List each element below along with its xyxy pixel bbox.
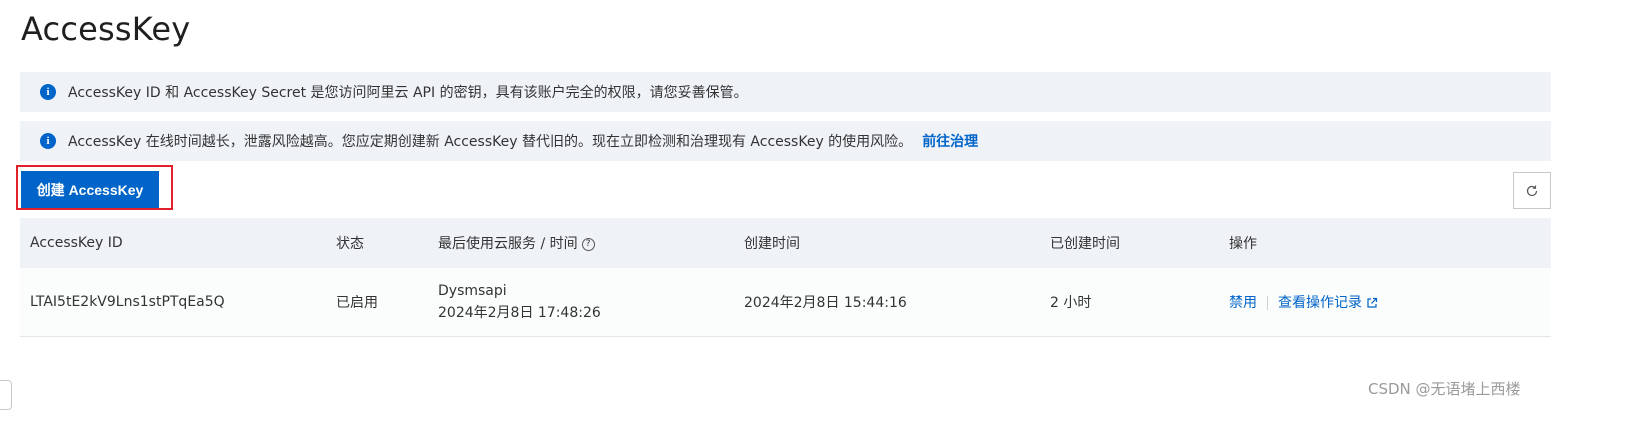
page-title: AccessKey [21, 10, 191, 48]
alert-text: AccessKey 在线时间越长，泄露风险越高。您应定期创建新 AccessKe… [68, 134, 913, 150]
status-text: 已启用 [336, 295, 378, 311]
accesskey-table: AccessKey ID 状态 最后使用云服务 / 时间? 创建时间 已创建时间… [20, 218, 1551, 337]
govern-link[interactable]: 前往治理 [922, 131, 978, 151]
side-collapse-handle[interactable] [0, 380, 12, 410]
column-header-last-used: 最后使用云服务 / 时间? [438, 233, 595, 253]
info-icon: i [40, 84, 56, 100]
view-logs-link[interactable]: 查看操作记录 [1278, 295, 1362, 311]
column-header-label: 最后使用云服务 / 时间 [438, 236, 578, 252]
table-header: AccessKey ID 状态 最后使用云服务 / 时间? 创建时间 已创建时间… [20, 218, 1551, 268]
accesskey-id: LTAI5tE2kV9Lns1stPTqEa5Q [30, 294, 225, 310]
created-time: 2024年2月8日 15:44:16 [744, 295, 907, 311]
column-header-created: 创建时间 [744, 236, 800, 252]
column-header-id: AccessKey ID [30, 235, 123, 251]
column-header-actions: 操作 [1229, 236, 1257, 252]
refresh-icon [1526, 185, 1538, 196]
info-icon: i [40, 133, 56, 149]
external-link-icon[interactable] [1366, 297, 1378, 309]
column-header-age: 已创建时间 [1050, 236, 1120, 252]
action-divider [1267, 296, 1268, 310]
help-icon[interactable]: ? [581, 237, 595, 251]
last-used-cell: Dysmsapi 2024年2月8日 17:48:26 [438, 283, 601, 321]
alert-text: AccessKey ID 和 AccessKey Secret 是您访问阿里云 … [68, 85, 748, 101]
disable-link[interactable]: 禁用 [1229, 295, 1257, 311]
table-row: LTAI5tE2kV9Lns1stPTqEa5Q 已启用 Dysmsapi 20… [20, 268, 1551, 337]
actions-cell: 禁用 查看操作记录 [1229, 292, 1378, 312]
created-age: 2 小时 [1050, 295, 1092, 311]
last-service: Dysmsapi [438, 283, 507, 299]
refresh-button[interactable] [1513, 172, 1551, 209]
create-accesskey-button[interactable]: 创建 AccessKey [21, 171, 159, 208]
watermark: CSDN @无语堵上西楼 [1368, 380, 1521, 398]
last-time: 2024年2月8日 17:48:26 [438, 305, 601, 321]
info-alert-risk: i AccessKey 在线时间越长，泄露风险越高。您应定期创建新 Access… [20, 121, 1551, 161]
info-alert-keys: i AccessKey ID 和 AccessKey Secret 是您访问阿里… [20, 72, 1551, 112]
column-header-status: 状态 [336, 236, 364, 252]
